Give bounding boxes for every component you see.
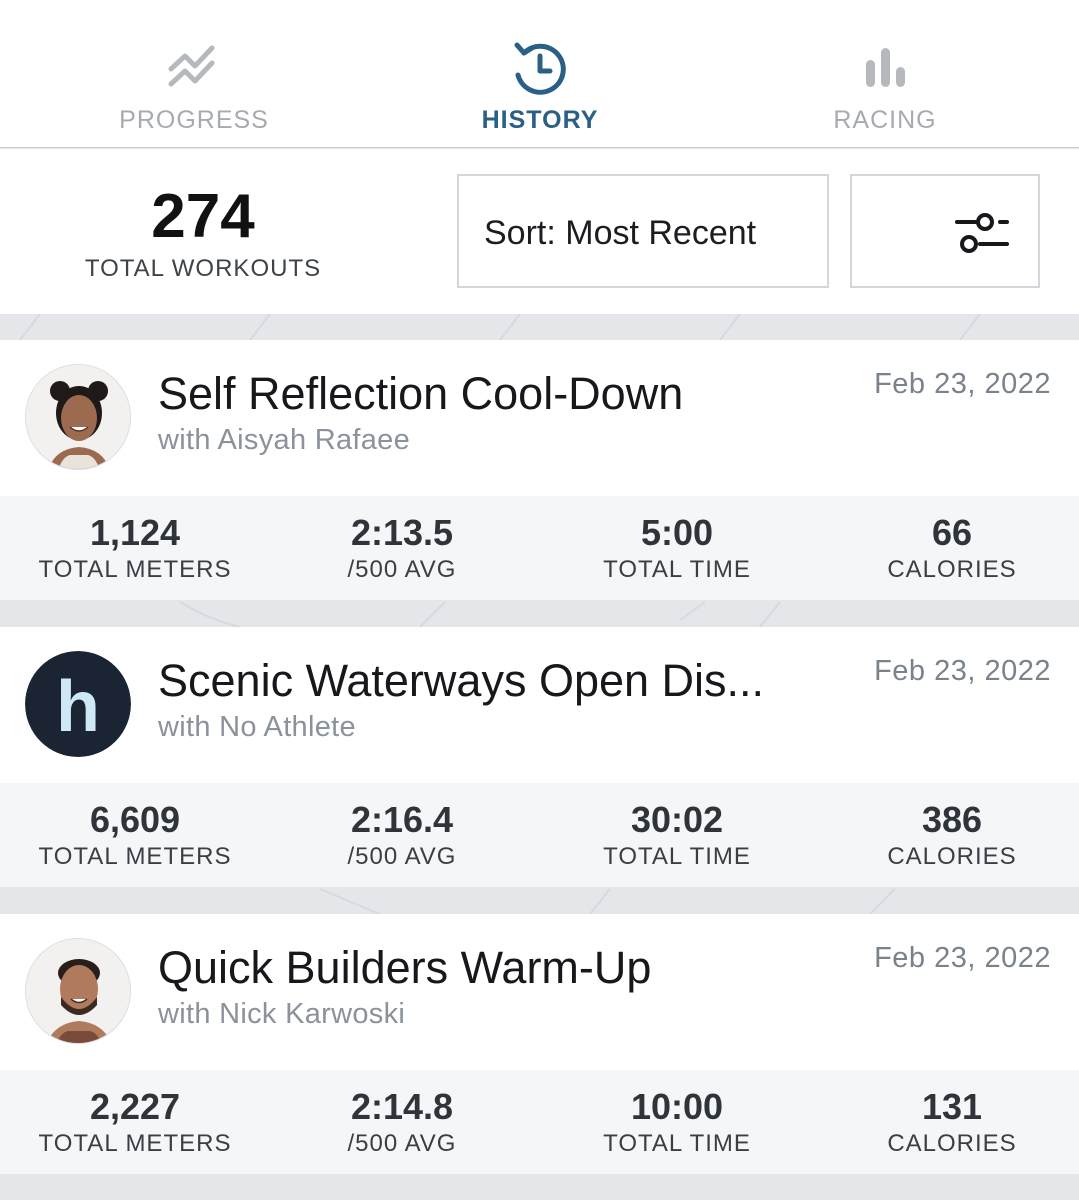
coach-photo — [26, 939, 130, 1043]
stat-label: /500 AVG — [347, 1130, 457, 1157]
stat-avg-split: 2:16.4 /500 AVG — [267, 783, 537, 887]
divider — [0, 1174, 1079, 1200]
stat-label: TOTAL METERS — [38, 843, 232, 870]
stat-avg-split: 2:13.5 /500 AVG — [267, 496, 537, 600]
total-workouts-label: TOTAL WORKOUTS — [84, 255, 322, 282]
stat-total-time: 10:00 TOTAL TIME — [542, 1070, 812, 1174]
stat-value: 30:02 — [630, 799, 724, 840]
stat-label: TOTAL METERS — [38, 1130, 232, 1157]
sort-label: Sort: Most Recent — [484, 214, 757, 252]
divider — [0, 314, 1079, 340]
history-clock-icon — [514, 42, 566, 95]
workout-card[interactable]: Self Reflection Cool-Down with Aisyah Ra… — [0, 340, 1079, 600]
trend-lines-icon — [168, 45, 215, 87]
workout-date: Feb 23, 2022 — [874, 368, 1051, 400]
workout-stats: 1,124 TOTAL METERS 2:13.5 /500 AVG 5:00 … — [0, 496, 1079, 600]
stat-label: CALORIES — [887, 843, 1017, 870]
workout-title: Quick Builders Warm-Up — [158, 942, 652, 993]
total-workouts-count: 274 — [151, 182, 255, 251]
logo-letter: h — [56, 667, 100, 747]
tab-history-label: HISTORY — [481, 106, 599, 134]
stat-label: TOTAL METERS — [38, 556, 232, 583]
filter-button[interactable] — [850, 174, 1040, 288]
stat-value: 10:00 — [630, 1086, 724, 1127]
background-texture — [319, 888, 896, 914]
background-texture — [19, 314, 981, 340]
tab-history[interactable]: HISTORY — [360, 0, 720, 148]
stat-calories: 386 CALORIES — [817, 783, 1079, 887]
workout-coach: with No Athlete — [158, 711, 356, 743]
stat-value: 131 — [921, 1086, 983, 1127]
stat-value: 66 — [931, 512, 973, 553]
sort-button[interactable]: Sort: Most Recent — [457, 174, 829, 288]
stat-label: TOTAL TIME — [603, 556, 751, 583]
stat-value: 5:00 — [640, 512, 714, 553]
coach-avatar — [25, 938, 131, 1044]
tab-progress[interactable]: PROGRESS — [14, 0, 374, 148]
stat-avg-split: 2:14.8 /500 AVG — [267, 1070, 537, 1174]
stat-label: /500 AVG — [347, 843, 457, 870]
stat-label: CALORIES — [887, 1130, 1017, 1157]
stat-label: TOTAL TIME — [603, 843, 751, 870]
workout-stats: 6,609 TOTAL METERS 2:16.4 /500 AVG 30:02… — [0, 783, 1079, 887]
workout-coach: with Nick Karwoski — [158, 998, 406, 1030]
stat-value: 2:14.8 — [350, 1086, 454, 1127]
bar-chart-icon — [866, 48, 905, 87]
history-summary: 274 TOTAL WORKOUTS Sort: Most Recent — [0, 149, 1079, 314]
stat-total-meters: 6,609 TOTAL METERS — [0, 783, 270, 887]
tab-racing[interactable]: RACING — [705, 0, 1065, 148]
divider — [0, 600, 1079, 627]
coach-avatar: h — [25, 651, 131, 757]
stat-label: TOTAL TIME — [603, 1130, 751, 1157]
tab-bar: PROGRESS HISTORY RACING — [0, 0, 1079, 148]
workout-date: Feb 23, 2022 — [874, 655, 1051, 687]
stat-total-meters: 2,227 TOTAL METERS — [0, 1070, 270, 1174]
stat-total-meters: 1,124 TOTAL METERS — [0, 496, 270, 600]
stat-total-time: 30:02 TOTAL TIME — [542, 783, 812, 887]
filter-sliders-icon — [955, 213, 1009, 253]
workout-stats: 2,227 TOTAL METERS 2:14.8 /500 AVG 10:00… — [0, 1070, 1079, 1174]
workout-card[interactable]: h Scenic Waterways Open Dis... with No A… — [0, 627, 1079, 887]
workout-coach: with Aisyah Rafaee — [158, 424, 411, 456]
hydrow-logo-icon: h — [25, 651, 131, 757]
stat-value: 6,609 — [89, 799, 181, 840]
stat-calories: 66 CALORIES — [817, 496, 1079, 600]
stat-value: 1,124 — [89, 512, 181, 553]
stat-value: 386 — [921, 799, 983, 840]
background-texture — [179, 601, 781, 627]
coach-photo — [26, 365, 130, 469]
workout-title: Scenic Waterways Open Dis... — [158, 655, 765, 706]
stat-label: /500 AVG — [347, 556, 457, 583]
workout-title: Self Reflection Cool-Down — [158, 368, 684, 419]
stat-value: 2:13.5 — [350, 512, 454, 553]
stat-total-time: 5:00 TOTAL TIME — [542, 496, 812, 600]
workout-date: Feb 23, 2022 — [874, 942, 1051, 974]
tab-racing-label: RACING — [833, 106, 937, 134]
stat-calories: 131 CALORIES — [817, 1070, 1079, 1174]
workout-card[interactable]: Quick Builders Warm-Up with Nick Karwosk… — [0, 914, 1079, 1174]
divider — [0, 887, 1079, 914]
stat-value: 2,227 — [89, 1086, 181, 1127]
stat-label: CALORIES — [887, 556, 1017, 583]
coach-avatar — [25, 364, 131, 470]
stat-value: 2:16.4 — [350, 799, 454, 840]
tab-progress-label: PROGRESS — [119, 106, 269, 134]
